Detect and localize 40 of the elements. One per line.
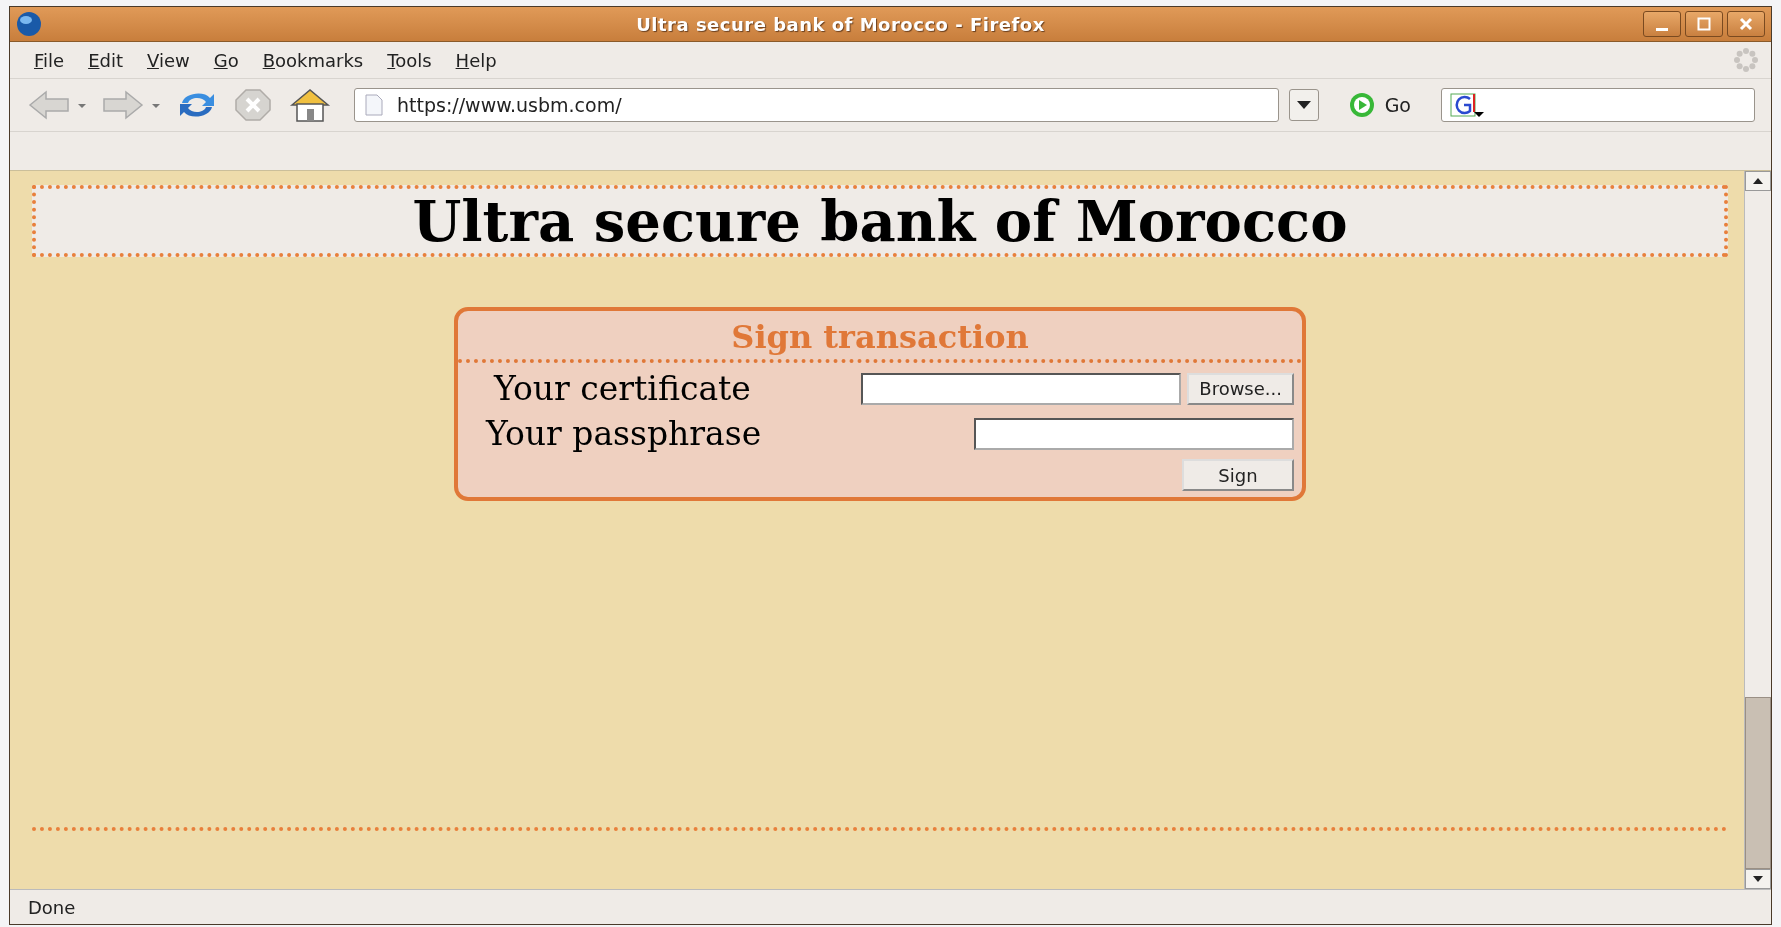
maximize-icon	[1697, 17, 1711, 31]
search-field[interactable]	[1441, 88, 1755, 122]
certificate-label: Your certificate	[494, 369, 751, 408]
play-icon	[1348, 92, 1375, 118]
search-engine-icon	[1450, 92, 1486, 118]
certificate-field[interactable]	[861, 372, 1182, 405]
url-text: https://www.usbm.com/	[397, 94, 622, 116]
page-heading: Ultra secure bank of Morocco	[32, 185, 1728, 257]
window-title: Ultra secure bank of Morocco - Firefox	[635, 13, 1046, 35]
minimize-button[interactable]	[1643, 11, 1681, 37]
throbber-icon	[1733, 47, 1759, 73]
close-icon	[1739, 17, 1753, 31]
scroll-thumb[interactable]	[1745, 697, 1771, 869]
minimize-icon	[1656, 27, 1668, 31]
menu-item[interactable]: File	[22, 49, 77, 71]
up-arrow-icon	[1753, 178, 1763, 184]
close-button[interactable]	[1727, 11, 1765, 37]
scrollbar[interactable]	[1744, 171, 1771, 889]
menu-item[interactable]: Tools	[375, 49, 444, 71]
menu-item[interactable]: Bookmarks	[250, 49, 376, 71]
scroll-down-button[interactable]	[1745, 869, 1771, 889]
scroll-up-button[interactable]	[1745, 171, 1771, 191]
caret-icon	[1296, 101, 1311, 109]
form-title: Sign transaction	[458, 311, 1302, 363]
menu-item[interactable]: Go	[201, 49, 251, 71]
menu-item[interactable]: View	[135, 49, 202, 71]
menu-item[interactable]: Edit	[76, 49, 135, 71]
passphrase-label: Your passphrase	[486, 414, 762, 453]
address-bar[interactable]: https://www.usbm.com/	[354, 88, 1279, 122]
browse-button[interactable]: Browse...	[1187, 372, 1294, 405]
maximize-button[interactable]	[1685, 11, 1723, 37]
down-arrow-icon	[1753, 876, 1763, 882]
status-text: Done	[28, 896, 76, 918]
go-button[interactable]: Go	[1342, 91, 1417, 119]
passphrase-field[interactable]	[974, 417, 1294, 450]
sign-button[interactable]: Sign	[1182, 459, 1294, 491]
page-icon	[365, 94, 383, 116]
globe-icon	[16, 11, 42, 37]
menu-item[interactable]: Help	[443, 49, 509, 71]
history-dropdown[interactable]	[1288, 89, 1319, 121]
